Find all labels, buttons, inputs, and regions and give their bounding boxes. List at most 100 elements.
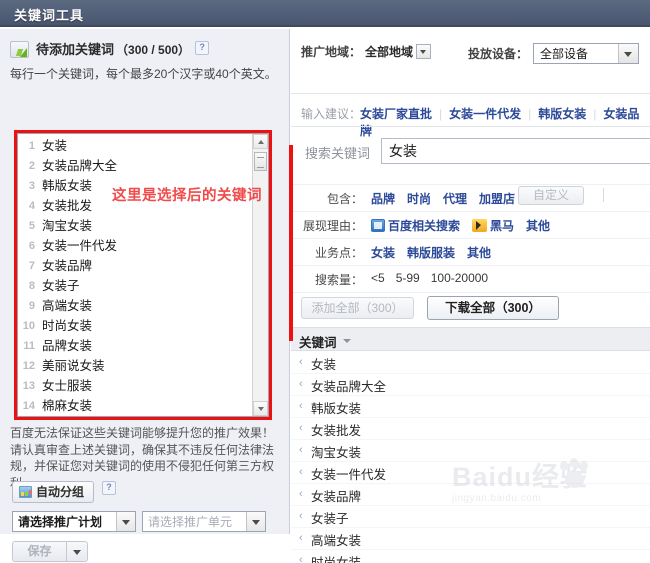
promotion-unit-value: 请选择推广单元 <box>148 515 233 529</box>
dark-horse-icon <box>472 219 488 232</box>
red-annotation-line <box>289 145 293 341</box>
filter-business-womenswear[interactable]: 女装 <box>371 246 395 260</box>
results-table-header[interactable]: 关键词 <box>291 327 650 351</box>
pending-keyword-index: 4 <box>28 200 35 212</box>
region-value: 全部地域 <box>365 45 414 59</box>
pending-keyword-row[interactable]: 1 女装 <box>18 136 250 156</box>
result-row[interactable]: ‹ 女装品牌大全 <box>291 374 650 396</box>
scroll-up-arrow-icon[interactable] <box>253 134 268 149</box>
pending-keyword-row[interactable]: 12 美丽说女装 <box>18 356 250 376</box>
pending-keywords-scrollbar[interactable] <box>252 134 268 416</box>
pending-keyword-row[interactable]: 7 女装品牌 <box>18 256 250 276</box>
pending-keyword-row[interactable]: 8 女装子 <box>18 276 250 296</box>
result-keyword-text: 女装子 <box>311 512 349 526</box>
add-keyword-icon[interactable]: ‹ <box>299 444 303 456</box>
add-keyword-icon[interactable]: ‹ <box>299 356 303 368</box>
scrollbar-thumb[interactable] <box>254 152 267 171</box>
add-keyword-icon[interactable]: ‹ <box>299 422 303 434</box>
pending-keyword-row[interactable]: 2 女装品牌大全 <box>18 156 250 176</box>
result-keyword-text: 淘宝女装 <box>311 446 362 460</box>
promotion-plan-select[interactable]: 请选择推广计划 <box>12 511 136 532</box>
result-row[interactable]: ‹ 女装 <box>291 352 650 374</box>
result-keyword-text: 女装品牌大全 <box>311 380 387 394</box>
add-keyword-icon[interactable]: ‹ <box>299 400 303 412</box>
pending-keyword-row[interactable]: 14 棉麻女装 <box>18 396 250 416</box>
save-dropdown-caret-icon[interactable] <box>66 541 88 562</box>
window-title: 关键词工具 <box>14 8 85 23</box>
filter-contains-fashion[interactable]: 时尚 <box>407 192 431 206</box>
auto-group-button[interactable]: 自动分组 <box>12 481 95 503</box>
auto-group-help-icon[interactable]: ? <box>102 481 117 495</box>
filter-volume-low[interactable]: <5 <box>371 271 385 285</box>
pending-keyword-text: 女装品牌 <box>42 259 93 273</box>
device-select[interactable]: 全部设备 <box>533 43 640 64</box>
search-keyword-input[interactable]: 女装 <box>381 138 650 164</box>
result-row[interactable]: ‹ 高端女装 <box>291 528 650 550</box>
add-keyword-icon[interactable]: ‹ <box>299 488 303 500</box>
pending-keyword-index: 10 <box>22 320 35 332</box>
add-keyword-icon[interactable]: ‹ <box>299 466 303 478</box>
divider <box>291 93 650 94</box>
filter-reason-other[interactable]: 其他 <box>526 219 550 233</box>
region-device-row: 推广地域： 全部地域 投放设备： 全部设备 <box>291 37 650 67</box>
save-button[interactable]: 保存 <box>12 541 66 562</box>
sort-caret-icon[interactable] <box>343 339 351 343</box>
pending-keyword-row[interactable]: 5 淘宝女装 <box>18 216 250 236</box>
filter-reason-baidu-related[interactable]: 百度相关搜索 <box>371 219 460 233</box>
region-dropdown-icon[interactable] <box>416 44 432 59</box>
pending-keyword-index: 7 <box>28 260 35 272</box>
result-row[interactable]: ‹ 时尚女装 <box>291 550 650 563</box>
filter-volume-high[interactable]: 100-20000 <box>431 271 488 285</box>
pending-keyword-index: 8 <box>28 280 35 292</box>
filter-label-volume: 搜索量： <box>314 273 363 287</box>
filter-business-other[interactable]: 其他 <box>467 246 491 260</box>
filter-contains-agent[interactable]: 代理 <box>443 192 467 206</box>
pending-title: 待添加关键词 <box>36 42 115 57</box>
download-all-button[interactable]: 下载全部（300） <box>427 296 559 320</box>
suggestion-link[interactable]: 女装一件代发 <box>449 107 521 121</box>
device-label: 投放设备： <box>468 47 529 61</box>
pending-keywords-panel: 待添加关键词 （300 / 500） ? 每行一个关键词，每个最多20个汉字或4… <box>0 29 290 562</box>
result-row[interactable]: ‹ 女装批发 <box>291 418 650 440</box>
pending-keyword-row[interactable]: 11 品牌女装 <box>18 336 250 356</box>
search-keyword-value: 女装 <box>389 143 417 159</box>
pending-keyword-row[interactable]: 9 高端女装 <box>18 296 250 316</box>
filter-row-reason: 展现理由： 百度相关搜索 黑马 其他 <box>291 211 650 234</box>
promotion-unit-select[interactable]: 请选择推广单元 <box>142 511 266 532</box>
chevron-down-icon[interactable] <box>116 512 135 531</box>
divider <box>603 188 604 202</box>
custom-filter-button[interactable]: 自定义 <box>518 186 584 205</box>
result-row[interactable]: ‹ 淘宝女装 <box>291 440 650 462</box>
pending-header: 待添加关键词 （300 / 500） ? <box>10 41 275 62</box>
pending-keyword-row[interactable]: 6 女装一件代发 <box>18 236 250 256</box>
suggestion-link[interactable]: 韩版女装 <box>538 107 586 121</box>
add-keyword-icon[interactable]: ‹ <box>299 510 303 522</box>
result-row[interactable]: ‹ 女装子 <box>291 506 650 528</box>
filter-contains-franchise[interactable]: 加盟店 <box>479 192 515 206</box>
keyword-tool-window: 关键词工具 待添加关键词 （300 / 500） ? 每行一个关键词，每个最多2… <box>0 0 650 563</box>
pending-keyword-text: 女装 <box>42 139 68 153</box>
question-mark-icon[interactable]: ? <box>195 41 210 55</box>
result-row[interactable]: ‹ 女装一件代发 <box>291 462 650 484</box>
scroll-down-arrow-icon[interactable] <box>253 401 268 416</box>
result-row[interactable]: ‹ 女装品牌 <box>291 484 650 506</box>
result-row[interactable]: ‹ 韩版女装 <box>291 396 650 418</box>
auto-group-label: 自动分组 <box>36 485 85 499</box>
filter-volume-mid[interactable]: 5-99 <box>396 271 420 285</box>
chevron-down-icon[interactable] <box>246 512 265 531</box>
pending-keyword-index: 6 <box>28 240 35 252</box>
results-header-label: 关键词 <box>299 336 337 350</box>
add-keyword-icon[interactable]: ‹ <box>299 554 303 563</box>
pending-keyword-row[interactable]: 13 女士服装 <box>18 376 250 396</box>
pending-keywords-textarea[interactable]: 1 女装 2 女装品牌大全 3 韩版女装 4 女装批发 5 淘宝女装 6 女装一件代发 7 女装品牌 8 女装… <box>17 133 269 417</box>
pending-keyword-text: 女装一件代发 <box>42 239 118 253</box>
pending-keyword-index: 1 <box>28 140 35 152</box>
add-keyword-icon[interactable]: ‹ <box>299 378 303 390</box>
pending-keyword-row[interactable]: 10 时尚女装 <box>18 316 250 336</box>
chevron-down-icon[interactable] <box>618 44 639 63</box>
filter-reason-dark-horse[interactable]: 黑马 <box>472 219 514 233</box>
filter-business-korean[interactable]: 韩版服装 <box>407 246 455 260</box>
filter-contains-brand[interactable]: 品牌 <box>371 192 395 206</box>
add-all-button[interactable]: 添加全部（300） <box>301 297 414 319</box>
suggestion-link[interactable]: 女装厂家直批 <box>360 107 432 121</box>
